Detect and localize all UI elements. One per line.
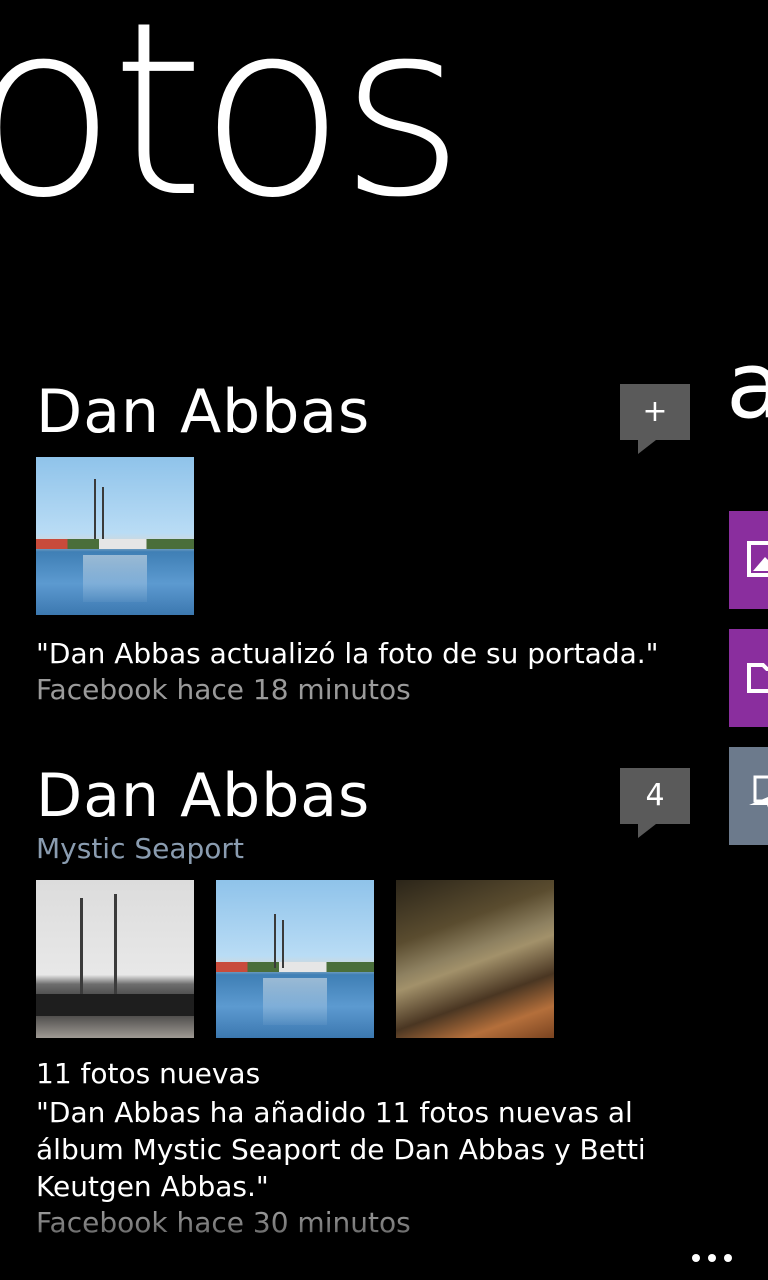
more-dot-icon <box>692 1254 700 1262</box>
share-send-icon <box>749 775 768 808</box>
picture-icon <box>747 541 768 577</box>
new-photos-count: 11 fotos nuevas <box>36 1057 261 1090</box>
more-options-button[interactable] <box>692 1254 732 1262</box>
photo-thumbnail[interactable] <box>216 880 374 1038</box>
next-section-title[interactable]: a <box>726 340 768 432</box>
folder-tile[interactable] <box>729 629 768 727</box>
photo-thumbnail[interactable] <box>396 880 554 1038</box>
add-comment-button[interactable]: + <box>620 384 690 454</box>
author-name[interactable]: Dan Abbas <box>36 764 696 828</box>
hub-title: otos <box>0 0 465 250</box>
post-source-time: Facebook hace 18 minutos <box>36 673 411 706</box>
author-name[interactable]: Dan Abbas <box>36 380 696 444</box>
more-dot-icon <box>724 1254 732 1262</box>
folder-icon <box>747 663 768 693</box>
feed-item: Dan Abbas 4 Mystic Seaport 11 fotos nuev… <box>36 764 696 1241</box>
photo-thumbnail[interactable] <box>36 457 194 615</box>
photo-thumbnails <box>36 457 696 615</box>
photo-thumbnail[interactable] <box>36 880 194 1038</box>
feed-item: Dan Abbas + "Dan Abbas actualizó la foto… <box>36 380 696 708</box>
share-tile[interactable] <box>729 747 768 845</box>
album-link[interactable]: Mystic Seaport <box>36 832 696 866</box>
post-caption: "Dan Abbas ha añadido 11 fotos nuevas al… <box>36 1096 646 1203</box>
comment-count-badge[interactable]: 4 <box>620 768 690 838</box>
more-dot-icon <box>708 1254 716 1262</box>
post-source-time: Facebook hace 30 minutos <box>36 1206 411 1239</box>
photo-thumbnails <box>36 880 696 1038</box>
picture-tile[interactable] <box>729 511 768 609</box>
post-caption: "Dan Abbas actualizó la foto de su porta… <box>36 637 659 670</box>
